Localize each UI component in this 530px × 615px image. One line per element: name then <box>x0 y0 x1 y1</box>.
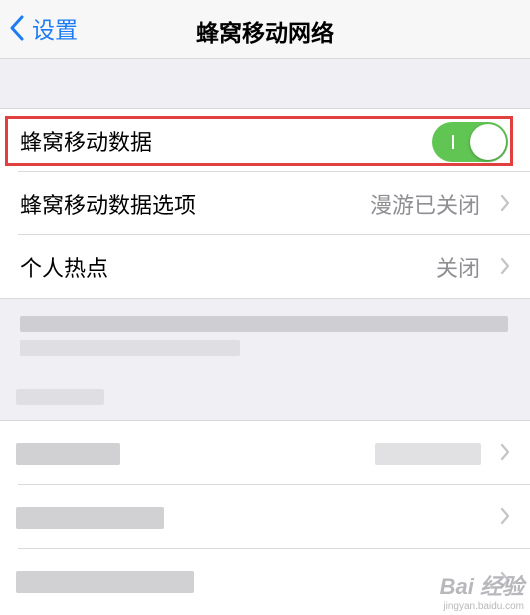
baidu-watermark: Bai 经验 jingyan.baidu.com <box>440 569 524 612</box>
watermark-logo: Bai 经验 <box>439 574 524 599</box>
blurred-row <box>0 421 530 485</box>
highlight-box <box>5 116 513 166</box>
cellular-options-row[interactable]: 蜂窝移动数据选项 漫游已关闭 <box>0 172 530 235</box>
navigation-bar: 设置 蜂窝移动网络 <box>0 0 530 59</box>
chevron-right-icon <box>500 257 510 275</box>
hotspot-label: 个人热点 <box>20 256 109 282</box>
chevron-right-icon <box>500 507 510 525</box>
hotspot-row[interactable]: 个人热点 关闭 <box>0 235 530 298</box>
page-title: 蜂窝移动网络 <box>196 21 334 47</box>
blurred-row <box>0 485 530 549</box>
hotspot-value: 关闭 <box>435 256 480 282</box>
chevron-right-icon <box>500 194 510 212</box>
chevron-right-icon <box>500 443 510 461</box>
watermark-url: jingyan.baidu.com <box>443 601 524 612</box>
cellular-options-value: 漫游已关闭 <box>369 193 480 219</box>
cellular-options-label: 蜂窝移动数据选项 <box>20 193 197 219</box>
